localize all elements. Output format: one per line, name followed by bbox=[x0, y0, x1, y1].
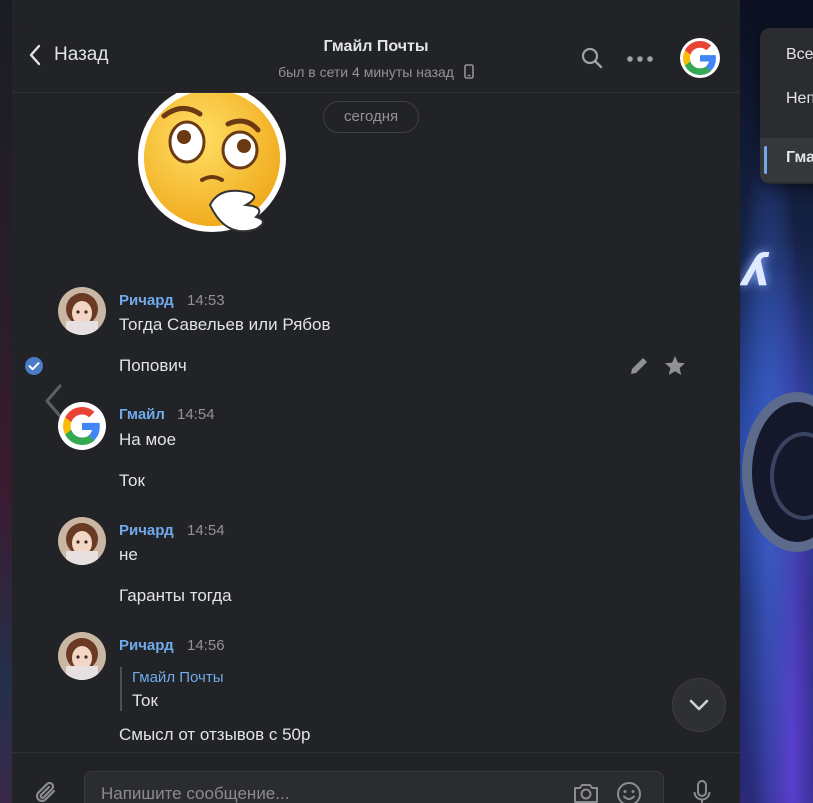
google-avatar[interactable] bbox=[680, 38, 720, 78]
reply-quote-bar bbox=[120, 667, 122, 711]
selected-check-icon[interactable] bbox=[24, 356, 44, 376]
last-seen-text: был в сети 4 минуты назад bbox=[278, 64, 454, 80]
wallpaper-neon-graphic: ʎ bbox=[742, 245, 773, 296]
popup-item-gmail[interactable]: Гма bbox=[786, 149, 813, 167]
message-author[interactable]: Гмайл bbox=[119, 406, 165, 423]
paperclip-icon[interactable] bbox=[34, 779, 60, 803]
message-time: 14:53 bbox=[187, 292, 225, 309]
thinking-face-sticker bbox=[132, 80, 302, 245]
anime-girl-avatar[interactable] bbox=[58, 632, 106, 680]
chat-header: Назад Гмайл Почты был в сети 4 минуты на… bbox=[12, 24, 740, 93]
popup-active-indicator bbox=[764, 146, 767, 174]
more-options-icon[interactable] bbox=[626, 55, 654, 63]
reply-author[interactable]: Гмайл Почты bbox=[132, 669, 224, 686]
message-author[interactable]: Ричард bbox=[119, 637, 174, 654]
scroll-down-button[interactable] bbox=[672, 678, 726, 732]
google-logo-icon bbox=[63, 407, 100, 445]
message-time: 14:54 bbox=[187, 522, 225, 539]
message-text: не bbox=[119, 545, 138, 564]
emoji-icon[interactable] bbox=[616, 781, 642, 803]
message-text: На мое bbox=[119, 430, 177, 449]
search-icon[interactable] bbox=[580, 46, 604, 70]
popup-item-unread[interactable]: Неп bbox=[786, 90, 813, 108]
anime-girl-avatar[interactable] bbox=[58, 517, 106, 565]
google-logo-icon bbox=[683, 41, 716, 75]
google-avatar[interactable] bbox=[58, 402, 106, 450]
message-text: Попович bbox=[119, 356, 187, 375]
chat-panel: Назад Гмайл Почты был в сети 4 минуты на… bbox=[12, 0, 740, 803]
message-author[interactable]: Ричард bbox=[119, 292, 174, 309]
anime-girl-avatar[interactable] bbox=[58, 287, 106, 335]
reply-text[interactable]: Ток bbox=[132, 691, 158, 711]
message-text: Смысл от отзывов с 50р bbox=[119, 725, 311, 744]
folders-popup: Все Неп Гма bbox=[760, 28, 813, 184]
message-author[interactable]: Ричард bbox=[119, 522, 174, 539]
star-icon[interactable] bbox=[663, 354, 687, 378]
message-composer bbox=[12, 752, 740, 803]
edit-pencil-icon[interactable] bbox=[628, 355, 650, 377]
message-text: Гаранты тогда bbox=[119, 586, 232, 605]
message-time: 14:56 bbox=[187, 637, 225, 654]
date-separator: сегодня bbox=[323, 101, 420, 133]
popup-item-all[interactable]: Все bbox=[786, 46, 813, 64]
message-text: Ток bbox=[119, 471, 145, 490]
camera-icon[interactable] bbox=[572, 781, 600, 803]
message-text: Тогда Савельев или Рябов bbox=[119, 315, 331, 334]
microphone-icon[interactable] bbox=[692, 779, 712, 803]
chat-status: был в сети 4 минуты назад bbox=[12, 64, 740, 80]
mobile-phone-icon bbox=[464, 64, 474, 79]
chevron-down-icon bbox=[689, 699, 709, 711]
chat-title[interactable]: Гмайл Почты bbox=[12, 38, 740, 56]
message-time: 14:54 bbox=[177, 406, 215, 423]
